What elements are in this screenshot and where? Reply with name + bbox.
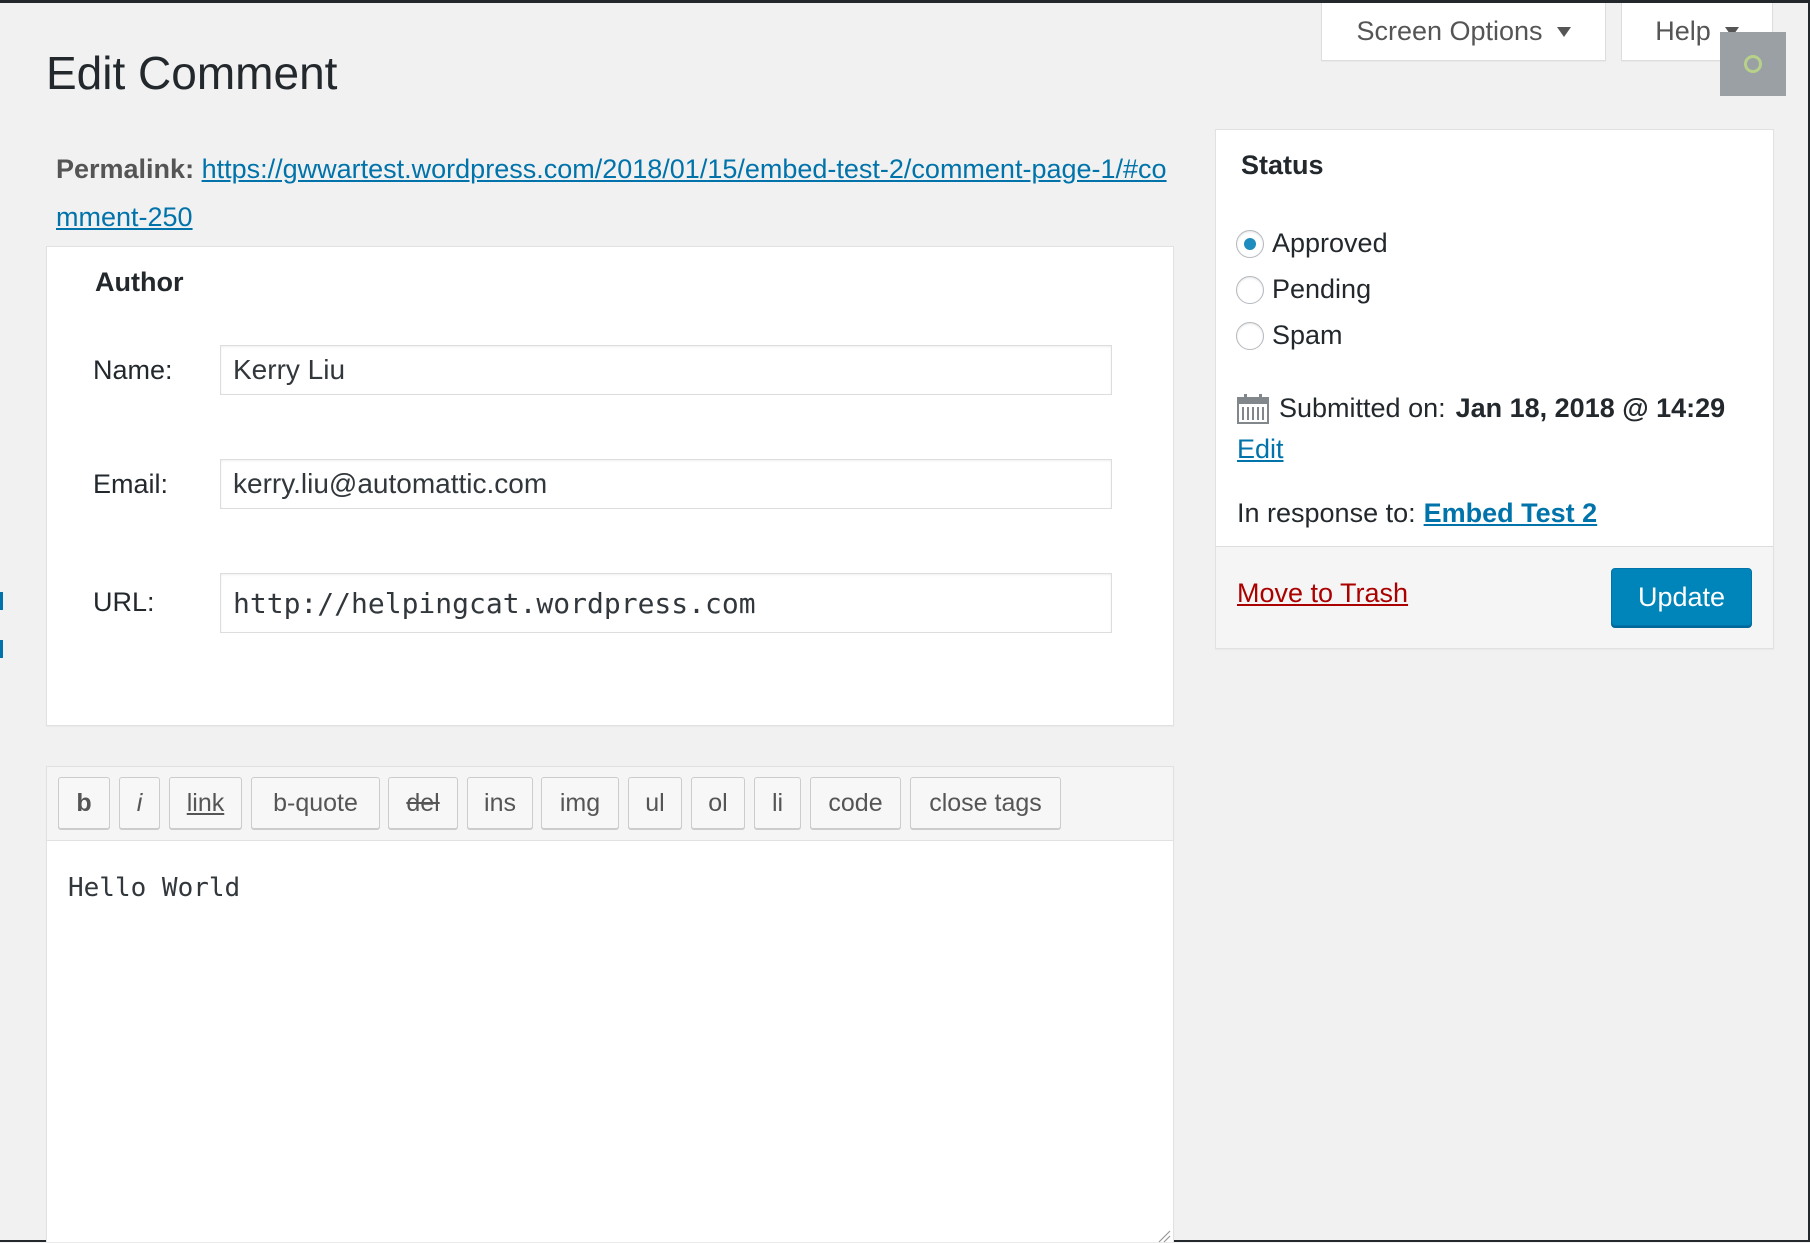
author-panel: Author Name: Kerry Liu Email: kerry.liu@… <box>46 246 1174 726</box>
submitted-row: Submitted on: Jan 18, 2018 @ 14:29 <box>1237 393 1725 424</box>
author-title: Author <box>95 267 184 297</box>
radio-icon[interactable] <box>1236 321 1264 350</box>
edit-date-link[interactable]: Edit <box>1237 434 1284 465</box>
status-title: Status <box>1241 150 1324 180</box>
chevron-down-icon <box>1556 26 1571 37</box>
status-option-label: Spam <box>1272 320 1343 350</box>
calendar-icon <box>1237 393 1269 424</box>
radio-icon[interactable] <box>1236 229 1264 258</box>
screen-options-button[interactable]: Screen Options <box>1321 3 1606 61</box>
help-label: Help <box>1655 16 1711 46</box>
radio-icon[interactable] <box>1236 275 1264 304</box>
qt-ul-button[interactable]: ul <box>628 777 682 829</box>
email-label: Email: <box>93 469 169 499</box>
overlay-widget[interactable] <box>1720 32 1786 96</box>
qt-li-button[interactable]: li <box>754 777 801 829</box>
qt-close-tags-button[interactable]: close tags <box>910 777 1061 829</box>
move-to-trash-link[interactable]: Move to Trash <box>1237 578 1408 609</box>
status-option-label: Pending <box>1272 274 1372 304</box>
status-panel: Status Approved Pending Spam Submitted o… <box>1215 129 1774 649</box>
qt-link-button[interactable]: link <box>169 777 242 829</box>
quicktags-toolbar: b i link b-quote del ins img ul ol li co… <box>47 767 1173 841</box>
qt-code-button[interactable]: code <box>810 777 901 829</box>
major-publishing-actions: Move to Trash Update <box>1216 547 1773 648</box>
response-row: In response to: Embed Test 2 <box>1237 498 1597 529</box>
name-label: Name: <box>93 355 173 385</box>
qt-img-button[interactable]: img <box>541 777 619 829</box>
qt-italic-button[interactable]: i <box>119 777 160 829</box>
comment-editor: b i link b-quote del ins img ul ol li co… <box>46 766 1174 1243</box>
refresh-icon <box>1744 55 1762 73</box>
update-button[interactable]: Update <box>1611 568 1752 626</box>
qt-ol-button[interactable]: ol <box>691 777 745 829</box>
screen-options-label: Screen Options <box>1356 16 1543 46</box>
resize-handle-icon[interactable] <box>1157 1229 1171 1243</box>
qt-bold-button[interactable]: b <box>58 777 110 829</box>
submitted-date: Jan 18, 2018 @ 14:29 <box>1455 393 1726 423</box>
comment-textarea[interactable]: Hello World <box>47 841 1173 1243</box>
admin-menu-edge <box>0 640 3 658</box>
submitted-label: Submitted on: <box>1279 393 1446 423</box>
qt-blockquote-button[interactable]: b-quote <box>251 777 380 829</box>
qt-ins-button[interactable]: ins <box>467 777 533 829</box>
status-option-pending[interactable]: Pending <box>1236 274 1371 305</box>
status-option-approved[interactable]: Approved <box>1236 228 1388 259</box>
admin-menu-edge <box>0 592 3 610</box>
permalink-link[interactable]: https://gwwartest.wordpress.com/2018/01/… <box>56 154 1167 232</box>
qt-del-button[interactable]: del <box>388 777 458 829</box>
page-title: Edit Comment <box>46 47 338 99</box>
status-option-label: Approved <box>1272 228 1388 258</box>
email-field[interactable]: kerry.liu@automattic.com <box>220 459 1112 509</box>
name-field[interactable]: Kerry Liu <box>220 345 1112 395</box>
url-label: URL: <box>93 587 155 617</box>
permalink-row: Permalink: https://gwwartest.wordpress.c… <box>56 145 1181 241</box>
status-option-spam[interactable]: Spam <box>1236 320 1343 351</box>
comment-content: Hello World <box>68 873 241 903</box>
url-field[interactable]: http://helpingcat.wordpress.com <box>220 573 1112 633</box>
response-label: In response to: <box>1237 498 1416 528</box>
permalink-label: Permalink: <box>56 154 195 184</box>
response-post-link[interactable]: Embed Test 2 <box>1424 498 1598 529</box>
